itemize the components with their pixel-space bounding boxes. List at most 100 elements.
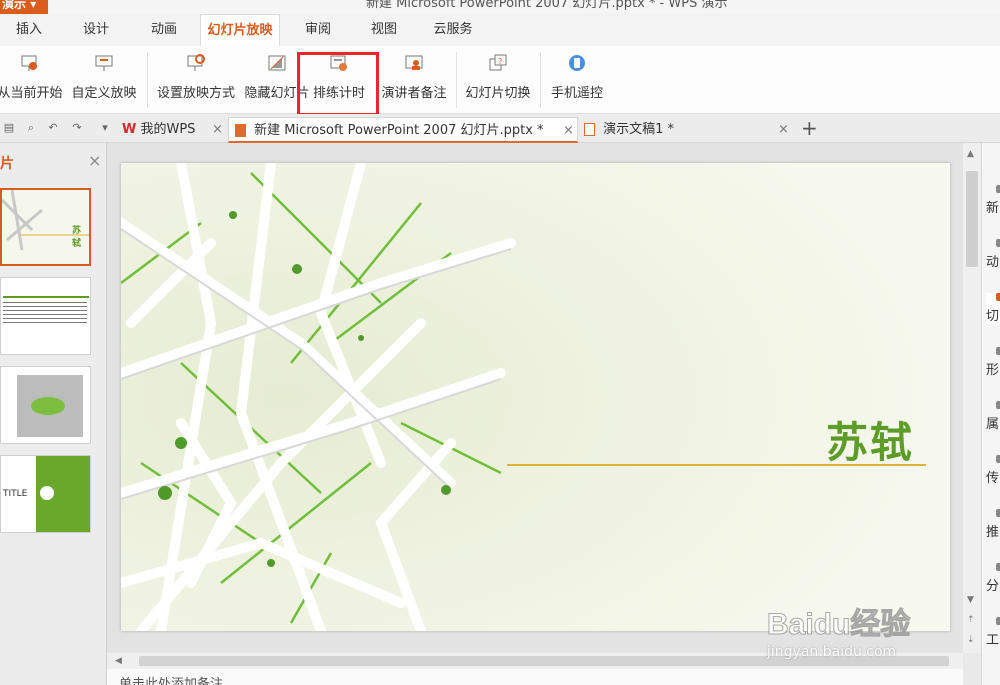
- slide-transition-button[interactable]: ? 幻灯片切换: [462, 46, 534, 114]
- branches-graphic: [121, 163, 950, 631]
- tab-insert[interactable]: 插入: [4, 14, 54, 46]
- ribbon-tabs: 插入 设计 动画 幻灯片放映 审阅 视图 云服务: [0, 14, 1000, 47]
- task-pane-label: 分: [986, 579, 1000, 594]
- phone-remote-button[interactable]: 手机遥控: [546, 46, 608, 114]
- right-task-pane: 新 动 切 形 属 传 推 分 工: [981, 143, 1000, 685]
- close-icon[interactable]: ×: [88, 151, 101, 170]
- task-pane-label: 属: [986, 417, 1000, 432]
- custom-show-label: 自定义放映: [71, 86, 137, 101]
- setup-show-button[interactable]: 设置放映方式: [154, 46, 238, 114]
- transfer-icon: [996, 455, 1000, 463]
- toolbox-icon: [996, 617, 1000, 625]
- ribbon-toolbar: 从当前开始 自定义放映 设置放映方式 隐藏幻灯片 排练计时 演讲者备注 ? 幻灯…: [0, 46, 1000, 114]
- doc-tab-presentation1[interactable]: 演示文稿1 * ×: [580, 117, 794, 143]
- setup-show-icon: [187, 54, 205, 71]
- task-pane-transfer-item[interactable]: 传: [986, 455, 1000, 486]
- doc-tab-current-pptx[interactable]: 新建 Microsoft PowerPoint 2007 幻灯片.pptx * …: [228, 117, 578, 143]
- task-pane-share-item[interactable]: 分: [986, 563, 1000, 594]
- custom-show-button[interactable]: 自定义放映: [68, 46, 140, 114]
- current-slide[interactable]: 苏轼: [121, 163, 950, 631]
- task-pane-label: 形: [986, 363, 1000, 378]
- print-preview-icon[interactable]: ⌕: [24, 121, 38, 135]
- doc-tab-label: 我的WPS: [140, 122, 196, 137]
- doc-tab-my-wps[interactable]: W 我的WPS ×: [118, 117, 226, 143]
- task-pane-shape-item[interactable]: 形: [986, 347, 1000, 378]
- start-from-current-label: 从当前开始: [0, 86, 63, 101]
- new-tab-icon[interactable]: +: [801, 118, 818, 138]
- tab-slideshow[interactable]: 幻灯片放映: [200, 14, 280, 47]
- pane-title: 片: [0, 156, 14, 172]
- slide-thumbnail-4[interactable]: TITLE: [0, 455, 91, 533]
- scroll-down-icon[interactable]: ▼: [967, 595, 974, 605]
- new-slide-icon: [996, 185, 1000, 193]
- speaker-notes-icon: [405, 55, 423, 70]
- vertical-scroll-thumb[interactable]: [966, 171, 978, 267]
- recommend-icon: [996, 509, 1000, 517]
- ribbon-separator: [540, 52, 541, 108]
- shape-icon: [996, 347, 1000, 355]
- task-pane-properties-item[interactable]: 属: [986, 401, 1000, 432]
- redo-icon[interactable]: ↷: [70, 121, 84, 135]
- task-pane-label: 切: [986, 309, 1000, 324]
- task-pane-label: 推: [986, 525, 1000, 540]
- slide-thumbnail-3[interactable]: [0, 366, 91, 444]
- tab-animation[interactable]: 动画: [138, 14, 190, 46]
- print-icon[interactable]: ▤: [2, 121, 16, 135]
- pptx-file-icon: [235, 124, 246, 137]
- speaker-notes-button[interactable]: 演讲者备注: [378, 46, 450, 114]
- notes-pane[interactable]: 单击此处添加备注: [107, 669, 963, 685]
- slide-thumbnail-1[interactable]: 苏轼: [0, 188, 91, 266]
- close-icon[interactable]: ×: [212, 117, 223, 143]
- slide-editing-area: 苏轼: [107, 143, 963, 653]
- speaker-notes-label: 演讲者备注: [381, 86, 447, 101]
- slide-transition-icon: ?: [489, 54, 507, 71]
- transition-icon: [996, 293, 1000, 301]
- task-pane-transition-item[interactable]: 切: [986, 293, 1000, 324]
- thumb-text-lines: [3, 302, 87, 326]
- task-pane-animation-item[interactable]: 动: [986, 239, 1000, 270]
- watermark-logo-text: Baidu经验: [767, 607, 910, 641]
- thumb-title: 苏轼: [72, 226, 82, 249]
- ribbon-separator: [147, 52, 148, 108]
- share-icon: [996, 563, 1000, 571]
- window-title: 新建 Microsoft PowerPoint 2007 幻灯片.pptx * …: [366, 0, 728, 11]
- task-pane-tools-item[interactable]: 工: [986, 617, 1000, 648]
- scroll-left-icon[interactable]: ◀: [115, 656, 122, 666]
- task-pane-new-item[interactable]: 新: [986, 185, 1000, 216]
- tab-cloud-service[interactable]: 云服务: [425, 14, 481, 46]
- watermark-url: jingyan.baidu.com: [767, 644, 897, 660]
- app-menu-button[interactable]: 演示 ▾: [0, 0, 48, 14]
- properties-icon: [996, 401, 1000, 409]
- setup-show-label: 设置放映方式: [156, 86, 235, 101]
- next-slide-icon[interactable]: ⇣: [967, 635, 975, 645]
- start-from-current-button[interactable]: 从当前开始: [0, 46, 64, 114]
- thumb-rule: [3, 296, 89, 298]
- task-pane-label: 传: [986, 471, 1000, 486]
- slide-thumbnail-2[interactable]: [0, 277, 91, 355]
- notes-placeholder: 单击此处添加备注: [119, 677, 224, 685]
- presentation-file-icon: [584, 123, 595, 136]
- wps-logo-icon: W: [122, 122, 137, 137]
- custom-show-icon: [95, 55, 113, 71]
- doc-tab-label: 演示文稿1 *: [603, 122, 675, 137]
- slide-title[interactable]: 苏轼: [826, 409, 914, 470]
- previous-slide-icon[interactable]: ⇡: [967, 615, 975, 625]
- task-pane-recommend-item[interactable]: 推: [986, 509, 1000, 540]
- thumb-title: TITLE: [3, 489, 28, 499]
- animation-icon: [996, 239, 1000, 247]
- phone-remote-icon: [569, 55, 585, 71]
- app-menu-label: 演示: [2, 0, 27, 11]
- tab-review[interactable]: 审阅: [292, 14, 344, 46]
- tab-view[interactable]: 视图: [358, 14, 410, 46]
- thumb-green-panel: [36, 456, 90, 532]
- play-current-icon: [21, 55, 37, 71]
- title-bar: 演示 ▾ 新建 Microsoft PowerPoint 2007 幻灯片.pp…: [0, 0, 1000, 14]
- scroll-up-icon[interactable]: ▲: [967, 149, 974, 159]
- close-icon[interactable]: ×: [778, 117, 789, 143]
- tab-design[interactable]: 设计: [70, 14, 122, 46]
- undo-icon[interactable]: ↶: [46, 121, 60, 135]
- close-icon[interactable]: ×: [563, 118, 574, 144]
- quick-access-dropdown-icon[interactable]: ▾: [98, 121, 112, 135]
- vertical-scrollbar[interactable]: ▲ ▼ ⇡ ⇣: [963, 143, 981, 653]
- highlight-box: [297, 52, 379, 116]
